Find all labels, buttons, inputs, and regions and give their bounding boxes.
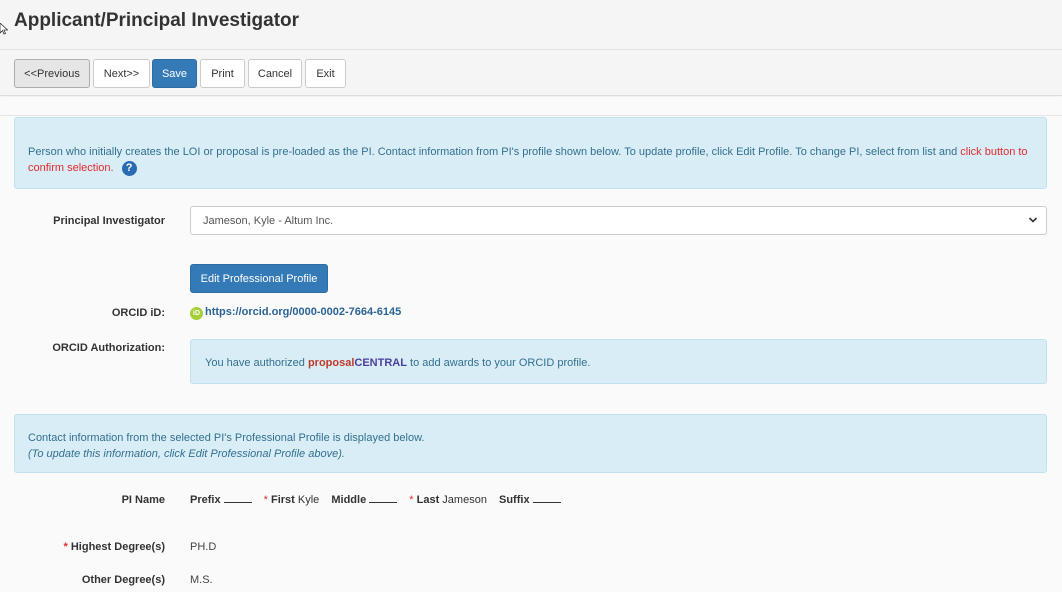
pi-select[interactable]: Jameson, Kyle - Altum Inc.: [190, 206, 1047, 235]
print-button[interactable]: Print: [200, 59, 245, 88]
suffix-value: [532, 494, 561, 503]
last-name-label: Last: [416, 494, 440, 506]
orcid-authorization-label: ORCID Authorization:: [52, 342, 165, 354]
required-mark: *: [263, 494, 268, 506]
other-degree-value: M.S.: [190, 574, 213, 586]
orcid-auth-text-after: to add awards to your ORCID profile.: [406, 357, 591, 369]
previous-button[interactable]: <<Previous: [14, 59, 90, 88]
prefix-label: Prefix: [190, 494, 221, 506]
pi-name-label: PI Name: [121, 494, 165, 506]
brand-central: CENTRAL: [354, 357, 407, 369]
first-name-value: Kyle: [297, 494, 320, 506]
middle-name-label: Middle: [331, 494, 367, 506]
next-button[interactable]: Next>>: [93, 59, 150, 88]
orcid-auth-text-before: You have authorized: [205, 357, 308, 369]
contact-info-line1: Contact information from the selected PI…: [28, 432, 425, 444]
required-mark: *: [63, 541, 68, 553]
exit-button[interactable]: Exit: [305, 59, 346, 88]
other-degree-label: Other Degree(s): [81, 574, 165, 586]
highest-degree-value: PH.D: [190, 541, 217, 553]
chevron-down-icon: [1028, 217, 1038, 223]
info-alert-text: Person who initially creates the LOI or …: [28, 146, 961, 158]
save-button[interactable]: Save: [152, 59, 197, 88]
pi-name-row: Prefix * First Kyle Middle * Last Jameso…: [190, 494, 570, 506]
first-name-label: First: [270, 494, 295, 506]
suffix-label: Suffix: [499, 494, 530, 506]
help-icon[interactable]: ?: [121, 160, 137, 176]
orcid-link[interactable]: https://orcid.org/0000-0002-7664-6145: [205, 306, 401, 318]
info-alert: Person who initially creates the LOI or …: [14, 117, 1047, 189]
highest-degree-label: * Highest Degree(s): [20, 541, 165, 553]
pi-select-value: Jameson, Kyle - Altum Inc.: [203, 215, 334, 227]
contact-info-alert: Contact information from the selected PI…: [14, 414, 1047, 473]
prefix-value: [223, 494, 252, 503]
brand-proposal: proposal: [307, 357, 355, 369]
edit-professional-profile-button[interactable]: Edit Professional Profile: [190, 264, 328, 293]
page-header: Applicant/Principal Investigator: [0, 0, 1062, 50]
orcid-icon: iD: [190, 307, 203, 320]
middle-name-value: [369, 494, 398, 503]
contact-info-line2: (To update this information, click Edit …: [28, 448, 345, 460]
pi-label: Principal Investigator: [53, 215, 165, 227]
last-name-value: Jameson: [442, 494, 487, 506]
required-mark: *: [409, 494, 414, 506]
mouse-cursor-icon: [0, 23, 8, 35]
orcid-authorization-alert: You have authorized proposalCENTRAL to a…: [190, 339, 1047, 384]
highest-degree-label-text: Highest Degree(s): [70, 541, 165, 553]
orcid-id-label: ORCID iD:: [111, 307, 165, 319]
page-title: Applicant/Principal Investigator: [14, 10, 300, 31]
toolbar: <<Previous Next>> Save Print Cancel Exit: [0, 50, 1062, 96]
cancel-button[interactable]: Cancel: [248, 59, 302, 88]
